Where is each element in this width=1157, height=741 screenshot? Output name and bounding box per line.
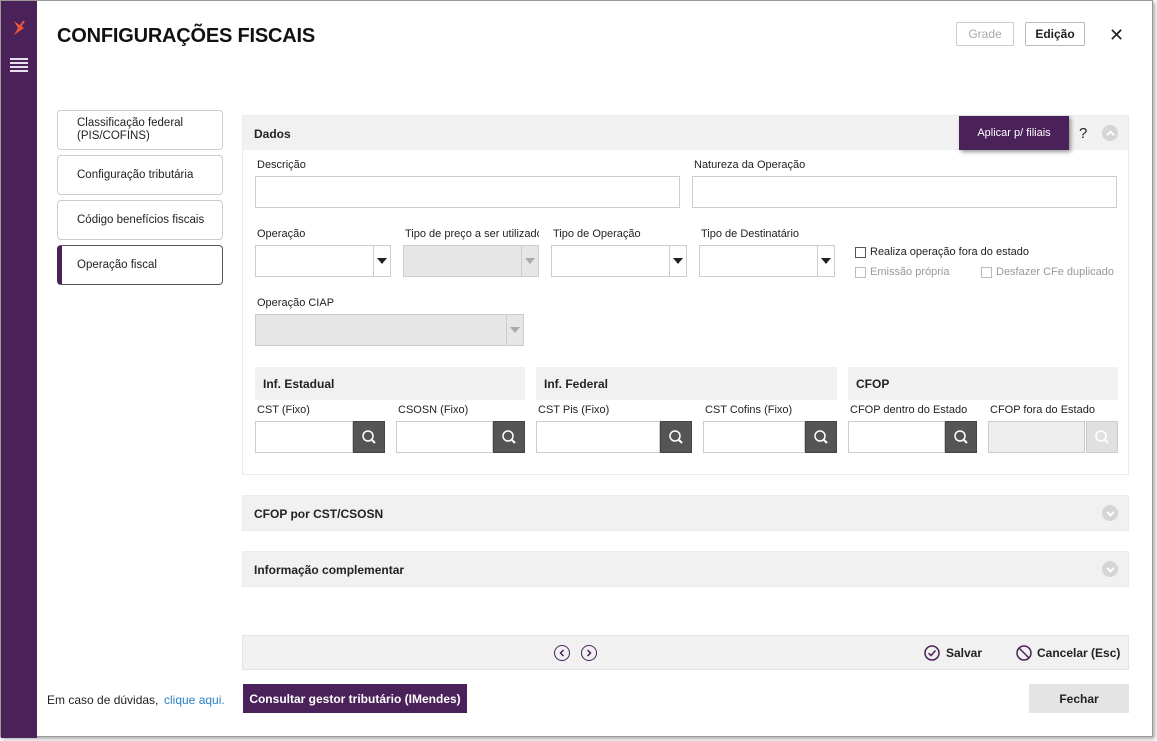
realiza-fora-checkbox[interactable]: Realiza operação fora do estado bbox=[855, 246, 1029, 258]
cfop-fora-label: CFOP fora do Estado bbox=[990, 404, 1095, 416]
page-title: CONFIGURAÇÕES FISCAIS bbox=[57, 25, 316, 47]
cancelar-label: Cancelar (Esc) bbox=[1037, 646, 1121, 660]
inf-federal-title: Inf. Federal bbox=[536, 367, 837, 400]
apply-filiais-button[interactable]: Aplicar p/ filiais bbox=[959, 116, 1069, 150]
window: CONFIGURAÇÕES FISCAIS Grade Edição ✕ Cla… bbox=[0, 0, 1153, 738]
operacao-ciap-select[interactable] bbox=[255, 314, 524, 346]
csosn-input[interactable] bbox=[396, 421, 493, 453]
chevron-up-icon[interactable] bbox=[1102, 125, 1118, 141]
cancelar-button[interactable]: Cancelar (Esc) bbox=[1016, 645, 1120, 661]
chevron-down-icon bbox=[506, 315, 523, 345]
descricao-input[interactable] bbox=[255, 176, 680, 208]
accordion-title: Informação complementar bbox=[254, 563, 405, 577]
action-footer: Salvar Cancelar (Esc) bbox=[242, 635, 1129, 670]
tipo-destinatario-select[interactable] bbox=[699, 245, 835, 277]
fechar-button[interactable]: Fechar bbox=[1029, 684, 1129, 713]
chevron-down-icon bbox=[373, 246, 390, 276]
checkbox-box bbox=[981, 266, 992, 278]
accordion-title: CFOP por CST/CSOSN bbox=[254, 507, 384, 521]
dados-title: Dados bbox=[254, 127, 291, 141]
dados-header[interactable]: Dados Aplicar p/ filiais ? bbox=[243, 116, 1128, 150]
natureza-label: Natureza da Operação bbox=[694, 159, 806, 171]
cst-cofins-search-button[interactable] bbox=[805, 421, 837, 453]
salvar-button[interactable]: Salvar bbox=[924, 645, 982, 661]
help-icon[interactable]: ? bbox=[1079, 125, 1087, 142]
tab-label: Operação fiscal bbox=[77, 258, 157, 271]
cfop-fora-search-button[interactable] bbox=[1086, 421, 1118, 453]
search-icon bbox=[362, 430, 376, 444]
cst-cofins-input[interactable] bbox=[703, 421, 805, 453]
hamburger-menu-icon[interactable] bbox=[10, 58, 28, 74]
realiza-fora-label: Realiza operação fora do estado bbox=[870, 246, 1029, 258]
info-complementar-accordion[interactable]: Informação complementar bbox=[242, 551, 1129, 587]
help-link[interactable]: clique aqui. bbox=[164, 693, 225, 707]
cfop-fora-input[interactable] bbox=[988, 421, 1085, 453]
chevron-down-icon[interactable] bbox=[1102, 561, 1118, 577]
tipo-operacao-label: Tipo de Operação bbox=[553, 228, 641, 240]
tab-label: Código benefícios fiscais bbox=[77, 213, 205, 226]
desfazer-cfe-label: Desfazer CFe duplicado bbox=[996, 266, 1115, 278]
imendes-button[interactable]: Consultar gestor tributário (IMendes) bbox=[243, 684, 467, 713]
cfop-dentro-input[interactable] bbox=[848, 421, 945, 453]
cst-label: CST (Fixo) bbox=[257, 404, 310, 416]
left-rail bbox=[1, 1, 37, 738]
descricao-label: Descrição bbox=[257, 159, 306, 171]
check-circle-icon bbox=[924, 645, 940, 661]
tab-configuracao-tributaria[interactable]: Configuração tributária bbox=[57, 155, 223, 195]
cancel-icon bbox=[1016, 645, 1032, 661]
tab-label: Configuração tributária bbox=[77, 168, 194, 181]
cst-input[interactable] bbox=[255, 421, 353, 453]
logo-icon bbox=[14, 20, 25, 35]
edicao-button[interactable]: Edição bbox=[1025, 22, 1085, 46]
help-text: Em caso de dúvidas, bbox=[47, 693, 159, 707]
tipo-destinatario-label: Tipo de Destinatário bbox=[701, 228, 800, 240]
close-icon[interactable]: ✕ bbox=[1109, 25, 1124, 46]
search-icon bbox=[502, 430, 516, 444]
csosn-label: CSOSN (Fixo) bbox=[398, 404, 469, 416]
tab-classificacao-federal[interactable]: Classificação federal (PIS/COFINS) bbox=[57, 110, 223, 150]
operacao-ciap-label: Operação CIAP bbox=[257, 297, 335, 309]
tipo-preco-select[interactable] bbox=[403, 245, 539, 277]
cfop-dentro-label: CFOP dentro do Estado bbox=[850, 404, 968, 416]
checkbox-box bbox=[855, 266, 866, 278]
salvar-label: Salvar bbox=[946, 646, 983, 660]
next-record-icon[interactable] bbox=[581, 645, 597, 661]
chevron-down-icon bbox=[669, 246, 686, 276]
operacao-label: Operação bbox=[257, 228, 306, 240]
emissao-propria-checkbox[interactable]: Emissão própria bbox=[855, 266, 949, 278]
natureza-input[interactable] bbox=[692, 176, 1117, 208]
chevron-down-icon[interactable] bbox=[1102, 505, 1118, 521]
tab-operacao-fiscal[interactable]: Operação fiscal bbox=[57, 245, 223, 285]
tipo-preco-label: Tipo de preço a ser utilizado bbox=[405, 228, 539, 240]
cfop-title: CFOP bbox=[848, 367, 1118, 400]
cfop-dentro-search-button[interactable] bbox=[945, 421, 977, 453]
cst-pis-label: CST Pis (Fixo) bbox=[538, 404, 610, 416]
cfop-cst-accordion[interactable]: CFOP por CST/CSOSN bbox=[242, 495, 1129, 531]
grade-button[interactable]: Grade bbox=[956, 22, 1014, 46]
chevron-down-icon bbox=[521, 246, 538, 276]
cst-cofins-label: CST Cofins (Fixo) bbox=[705, 404, 793, 416]
cst-search-button[interactable] bbox=[353, 421, 385, 453]
emissao-propria-label: Emissão própria bbox=[870, 266, 950, 278]
desfazer-cfe-checkbox[interactable]: Desfazer CFe duplicado bbox=[981, 266, 1114, 278]
search-icon bbox=[954, 430, 968, 444]
checkbox-box bbox=[855, 246, 866, 258]
dados-panel: Dados Aplicar p/ filiais ? Descrição Nat… bbox=[242, 115, 1129, 475]
tab-label: Classificação federal (PIS/COFINS) bbox=[77, 117, 184, 142]
cst-pis-search-button[interactable] bbox=[660, 421, 692, 453]
previous-record-icon[interactable] bbox=[554, 645, 570, 661]
inf-estadual-title: Inf. Estadual bbox=[255, 367, 525, 400]
csosn-search-button[interactable] bbox=[493, 421, 525, 453]
operacao-select[interactable] bbox=[255, 245, 391, 277]
search-icon bbox=[669, 430, 683, 444]
cst-pis-input[interactable] bbox=[536, 421, 660, 453]
search-icon bbox=[1095, 430, 1109, 444]
chevron-down-icon bbox=[817, 246, 834, 276]
tab-codigo-beneficios[interactable]: Código benefícios fiscais bbox=[57, 200, 223, 240]
search-icon bbox=[814, 430, 828, 444]
tipo-operacao-select[interactable] bbox=[551, 245, 687, 277]
